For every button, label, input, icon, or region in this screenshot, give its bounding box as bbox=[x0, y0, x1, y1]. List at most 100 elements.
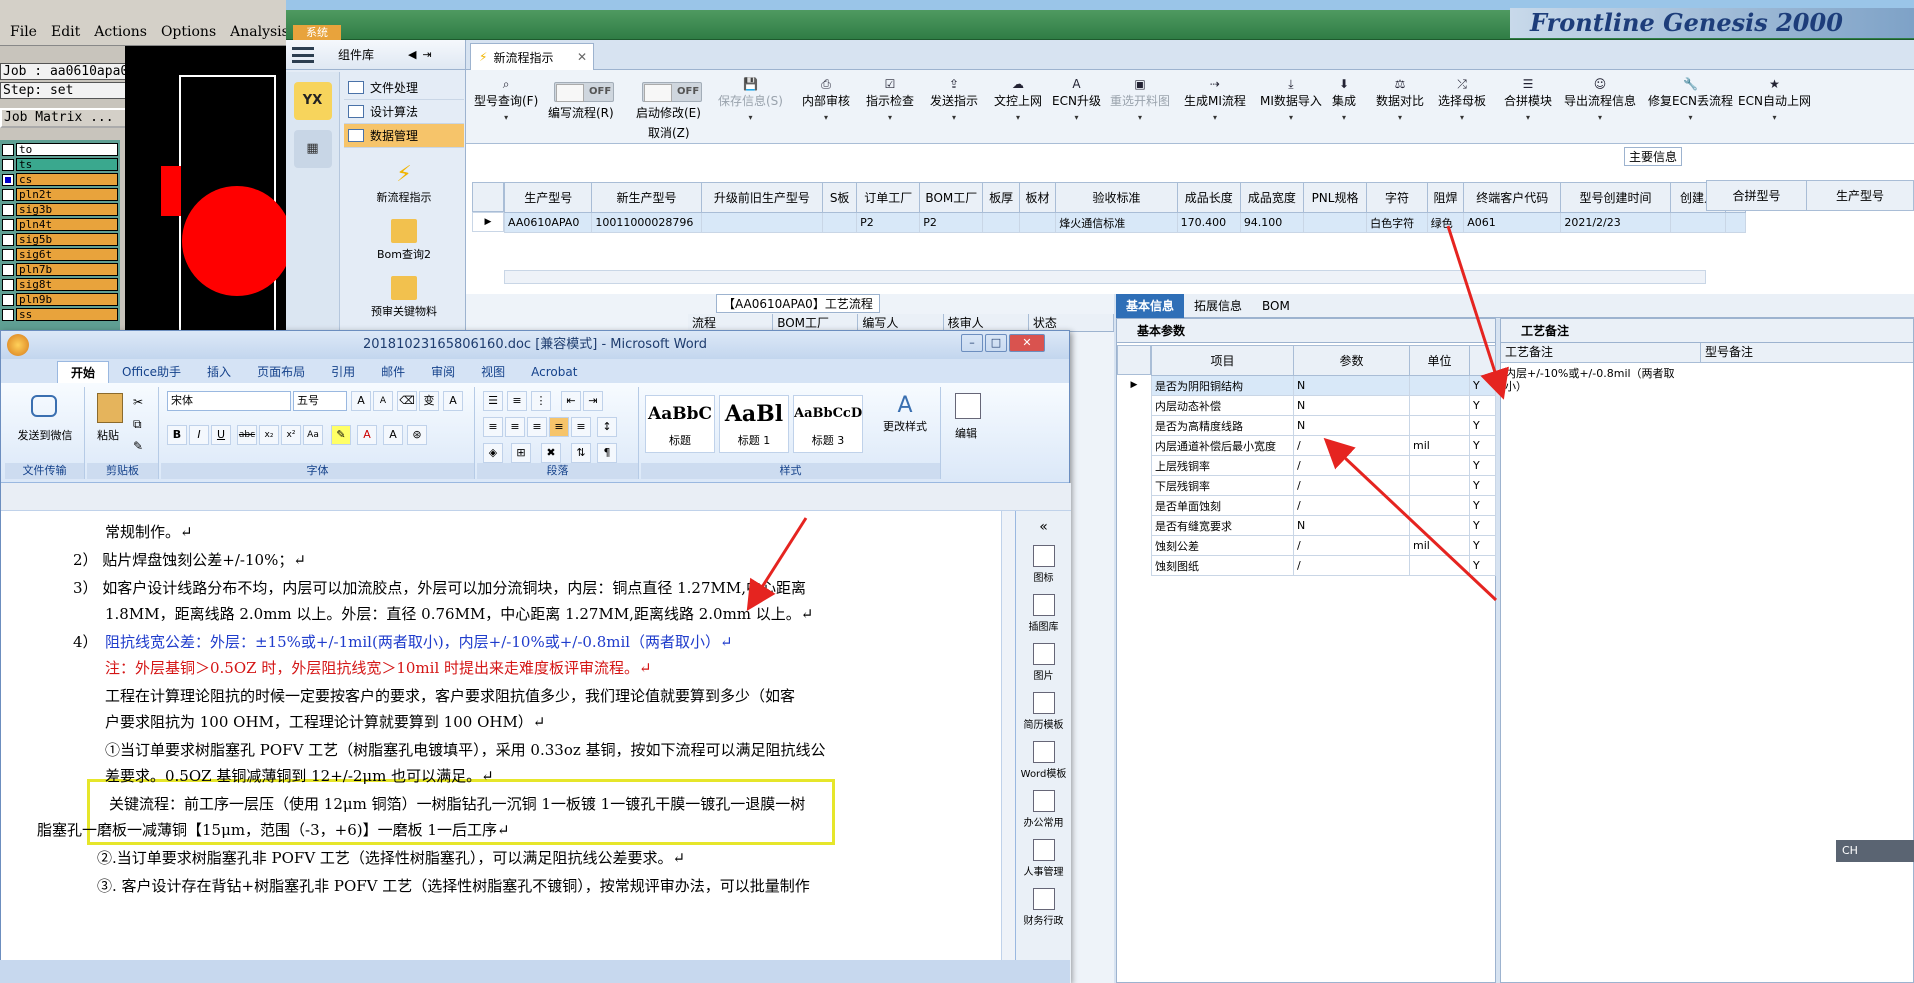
minimize-icon[interactable]: – bbox=[961, 334, 983, 352]
chevron-left-icon[interactable]: ◀ bbox=[408, 48, 416, 61]
ribbon-button[interactable]: 🔧 修复ECN丢流程 ▾ bbox=[1648, 76, 1733, 122]
layer-checkbox[interactable] bbox=[2, 188, 14, 201]
layer-checkbox[interactable] bbox=[2, 143, 14, 156]
ribbon-button[interactable]: ⤓ MI数据导入 ▾ bbox=[1260, 76, 1322, 122]
paste-icon[interactable] bbox=[97, 393, 123, 423]
ribbon-button[interactable]: A ECN升级 ▾ bbox=[1052, 76, 1101, 122]
layer-row[interactable]: pln7b bbox=[2, 262, 118, 277]
layer-checkbox[interactable] bbox=[2, 278, 14, 291]
style-title[interactable]: AaBbC 标题 bbox=[645, 395, 715, 453]
char-shading-icon[interactable]: A bbox=[383, 425, 403, 445]
layer-checkbox[interactable] bbox=[2, 233, 14, 246]
layer-checkbox[interactable] bbox=[2, 218, 14, 231]
layer-row[interactable]: sig8t bbox=[2, 277, 118, 292]
shading-icon[interactable]: ◈ bbox=[483, 443, 503, 463]
send-wechat-button[interactable]: 发送到微信 bbox=[7, 427, 83, 443]
table-cell[interactable] bbox=[1409, 555, 1470, 576]
table-cell[interactable]: / bbox=[1293, 455, 1410, 476]
column-header[interactable]: 终端客户代码 bbox=[1463, 182, 1562, 213]
ribbon-button[interactable]: ★ ECN自动上网 ▾ bbox=[1738, 76, 1811, 122]
column-header[interactable]: 验收标准 bbox=[1055, 182, 1178, 213]
column-header[interactable]: 订单工厂 bbox=[856, 182, 921, 213]
font-color-icon[interactable]: A bbox=[357, 425, 377, 445]
table-cell[interactable]: / bbox=[1293, 535, 1410, 556]
tab-new-flow[interactable]: ⚡ 新流程指示 ✕ bbox=[470, 43, 594, 70]
ribbon-button[interactable]: ▣ 重选开料图 ▾ bbox=[1110, 76, 1170, 122]
table-row[interactable]: 内层通道补偿后最小宽度 / mil Y bbox=[1151, 435, 1496, 456]
align-left-icon[interactable]: ≡ bbox=[483, 417, 503, 437]
table-cell[interactable]: N bbox=[1293, 375, 1410, 396]
table-cell[interactable]: N bbox=[1293, 515, 1410, 536]
column-header[interactable]: 字符 bbox=[1366, 182, 1428, 213]
table-cell[interactable]: Y bbox=[1469, 535, 1496, 556]
grow-font-icon[interactable]: A bbox=[351, 391, 371, 411]
layer-checkbox[interactable] bbox=[2, 308, 14, 321]
word-tab[interactable]: 页面布局 bbox=[244, 361, 318, 383]
column-header[interactable]: S板 bbox=[822, 182, 858, 213]
param-col[interactable] bbox=[1469, 345, 1496, 376]
column-header[interactable]: PNL规格 bbox=[1302, 182, 1368, 213]
word-tab[interactable]: 插入 bbox=[194, 361, 244, 383]
table-row[interactable]: 蚀刻图纸 / Y bbox=[1151, 555, 1496, 576]
table-cell[interactable] bbox=[1409, 375, 1470, 396]
table-row[interactable]: 是否有缝宽要求 N Y bbox=[1151, 515, 1496, 536]
ime-indicator[interactable]: CH bbox=[1836, 840, 1914, 862]
close-icon[interactable]: ✕ bbox=[1009, 334, 1045, 352]
table-cell[interactable]: N bbox=[1293, 395, 1410, 416]
underline-icon[interactable]: U bbox=[211, 425, 231, 445]
column-header[interactable]: 板厚 bbox=[982, 182, 1020, 213]
bold-icon[interactable]: B bbox=[167, 425, 187, 445]
ribbon-button[interactable]: ⬇ 集成 ▾ bbox=[1332, 76, 1356, 122]
ribbon-button[interactable]: ⤮ 选择母板 ▾ bbox=[1438, 76, 1486, 122]
layer-row[interactable]: pln9b bbox=[2, 292, 118, 307]
edit-button[interactable]: 编辑 bbox=[955, 425, 977, 441]
ribbon-button[interactable]: ⇢ 生成MI流程 ▾ bbox=[1184, 76, 1246, 122]
column-header[interactable]: 状态 bbox=[1029, 314, 1115, 331]
ribbon-button[interactable]: ⇪ 发送指示 ▾ bbox=[930, 76, 978, 122]
cancel-button[interactable]: 取消(Z) bbox=[648, 124, 690, 141]
layer-checkbox[interactable] bbox=[2, 173, 14, 186]
table-cell[interactable]: Y bbox=[1469, 475, 1496, 496]
job-matrix-button[interactable]: Job Matrix ... bbox=[0, 108, 140, 128]
table-cell[interactable]: A061 bbox=[1463, 212, 1562, 233]
write-flow-toggle[interactable]: OFF bbox=[554, 82, 614, 102]
copy-icon[interactable]: ⧉ bbox=[133, 417, 142, 432]
table-cell[interactable]: 2021/2/23 bbox=[1560, 212, 1671, 233]
layer-checkbox[interactable] bbox=[2, 293, 14, 306]
subscript-icon[interactable]: x₂ bbox=[259, 425, 279, 445]
table-cell[interactable] bbox=[822, 212, 858, 233]
table-cell[interactable]: 烽火通信标准 bbox=[1055, 212, 1178, 233]
sort-icon[interactable]: ⇅ bbox=[571, 443, 591, 463]
table-row[interactable]: 是否为阴阳铜结构 N Y bbox=[1151, 375, 1496, 396]
enclose-char-icon[interactable]: ⊛ bbox=[407, 425, 427, 445]
table-cell[interactable]: 下层残铜率 bbox=[1151, 475, 1294, 496]
border-char-icon[interactable]: A bbox=[443, 391, 463, 411]
table-cell[interactable]: 内层动态补偿 bbox=[1151, 395, 1294, 416]
table-cell[interactable]: 10011000028796 bbox=[591, 212, 702, 233]
column-header[interactable]: 升级前旧生产型号 bbox=[700, 182, 824, 213]
remark-col[interactable]: 工艺备注 bbox=[1501, 343, 1701, 362]
system-button[interactable]: 系统 bbox=[293, 25, 341, 41]
column-header[interactable]: 流程 bbox=[688, 314, 774, 331]
collapse-icon[interactable]: « bbox=[1016, 519, 1071, 535]
layer-checkbox[interactable] bbox=[2, 263, 14, 276]
table-cell[interactable]: / bbox=[1293, 555, 1410, 576]
tools-icon[interactable]: ✖ bbox=[541, 443, 561, 463]
table-row[interactable]: 是否单面蚀刻 / Y bbox=[1151, 495, 1496, 516]
table-cell[interactable]: / bbox=[1293, 475, 1410, 496]
column-header[interactable]: 生产型号 bbox=[503, 182, 593, 213]
table-cell[interactable]: 是否有缝宽要求 bbox=[1151, 515, 1294, 536]
word-tab[interactable]: Office助手 bbox=[109, 361, 194, 383]
table-cell[interactable]: 是否为阴阳铜结构 bbox=[1151, 375, 1294, 396]
remark-text[interactable]: 内层+/-10%或+/-0.8mil（两者取小） bbox=[1505, 367, 1681, 393]
table-cell[interactable]: 绿色 bbox=[1426, 212, 1465, 233]
style-heading1[interactable]: AaBl 标题 1 bbox=[719, 395, 789, 453]
table-cell[interactable]: 是否为高精度线路 bbox=[1151, 415, 1294, 436]
table-cell[interactable]: 蚀刻公差 bbox=[1151, 535, 1294, 556]
table-cell[interactable] bbox=[1669, 212, 1727, 233]
horizontal-scrollbar[interactable] bbox=[504, 270, 1706, 284]
wechat-icon[interactable] bbox=[31, 395, 57, 417]
line-spacing-icon[interactable]: ↕ bbox=[597, 417, 617, 437]
table-row[interactable]: 内层动态补偿 N Y bbox=[1151, 395, 1496, 416]
align-center-icon[interactable]: ≡ bbox=[505, 417, 525, 437]
